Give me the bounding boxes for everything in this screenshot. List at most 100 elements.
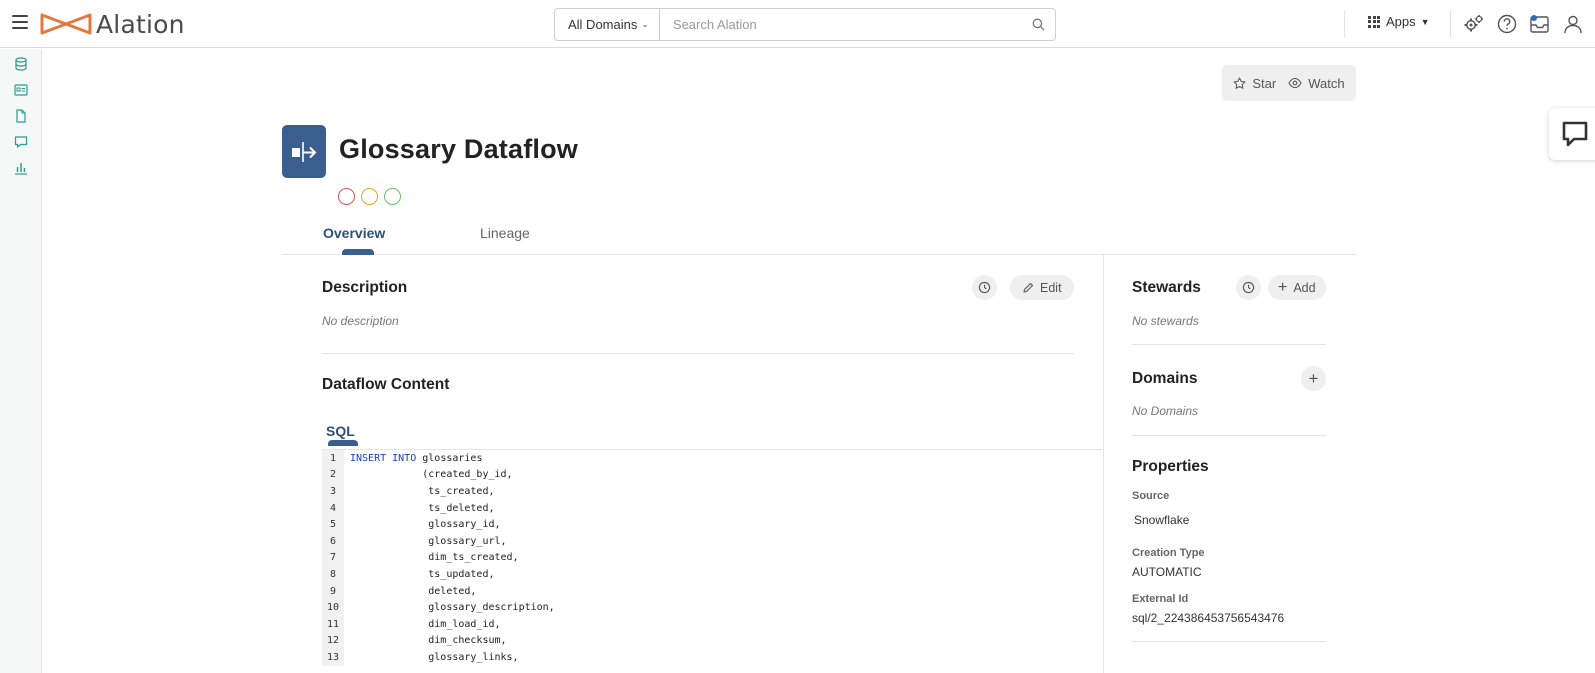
logo-text: Alation	[96, 9, 185, 39]
main-content: Description Edit No description Dataflow…	[282, 255, 1102, 673]
global-search: All Domains ⌄	[554, 8, 1056, 41]
clock-icon	[1242, 281, 1255, 294]
inbox-icon[interactable]	[1528, 12, 1552, 36]
sql-text: dim_load_id,	[350, 618, 501, 630]
dataflow-content-title: Dataflow Content	[322, 376, 450, 393]
code-line: 7 dim_ts_created,	[322, 549, 1102, 567]
sql-code-viewer[interactable]: 1 INSERT INTO glossaries 2 (created_by_id,…	[322, 449, 1102, 673]
line-number: 13	[322, 649, 344, 666]
star-watch-group: Star Watch	[1222, 65, 1356, 101]
description-title: Description	[322, 279, 408, 296]
code-line: 13 glossary_links,	[322, 649, 1102, 666]
clock-icon	[978, 281, 991, 294]
star-icon	[1233, 76, 1246, 89]
warning-flag-icon[interactable]	[361, 188, 378, 205]
hamburger-menu-icon[interactable]	[12, 15, 28, 29]
code-line: 9 deleted,	[322, 582, 1102, 600]
divider	[1450, 10, 1451, 38]
search-icon[interactable]	[1021, 18, 1055, 31]
alation-logo[interactable]: Alation	[40, 9, 185, 39]
sql-text: (created_by_id,	[350, 469, 513, 481]
edit-description-button[interactable]: Edit	[1010, 275, 1074, 300]
conversation-icon[interactable]	[0, 130, 42, 154]
endorsement-flag-icon[interactable]	[384, 188, 401, 205]
code-line: 2 (created_by_id,	[322, 466, 1102, 484]
search-input[interactable]	[659, 9, 1021, 40]
analytics-chart-icon[interactable]	[0, 156, 42, 180]
divider	[1132, 344, 1326, 345]
code-line: 3 ts_created,	[322, 483, 1102, 500]
line-content: glossary_url,	[344, 536, 506, 547]
add-label: Add	[1293, 280, 1316, 295]
star-button[interactable]: Star	[1233, 76, 1276, 91]
tab-overview[interactable]: Overview	[323, 225, 385, 241]
source-value[interactable]: Snowflake	[1134, 513, 1189, 527]
description-empty: No description	[322, 314, 399, 328]
plus-icon: +	[1278, 278, 1288, 296]
watch-button[interactable]: Watch	[1288, 75, 1345, 91]
watch-label: Watch	[1308, 75, 1345, 91]
sql-text: glossaries	[416, 452, 483, 464]
line-content: glossary_links,	[344, 651, 519, 663]
line-content: deleted,	[344, 586, 476, 597]
eye-icon	[1288, 77, 1302, 89]
divider	[1344, 10, 1345, 38]
add-steward-button[interactable]: + Add	[1268, 275, 1326, 300]
apps-menu-button[interactable]: Apps ▼	[1368, 14, 1430, 29]
deprecation-flag-icon[interactable]	[338, 188, 355, 205]
source-label: Source	[1132, 490, 1170, 502]
alation-logo-icon	[40, 13, 92, 35]
line-number: 11	[322, 615, 344, 633]
sql-text: glossary_links,	[350, 651, 519, 663]
description-history-button[interactable]	[972, 275, 997, 300]
user-profile-icon[interactable]	[1561, 12, 1585, 36]
tab-lineage[interactable]: Lineage	[480, 225, 530, 241]
line-number: 2	[322, 466, 344, 484]
divider	[322, 353, 1074, 354]
line-number: 8	[322, 566, 344, 583]
code-line: 10 glossary_description,	[322, 599, 1102, 616]
stewards-empty: No stewards	[1132, 314, 1199, 328]
line-content: dim_load_id,	[344, 618, 501, 630]
domain-select-label: All Domains	[568, 17, 638, 32]
domain-select[interactable]: All Domains ⌄	[555, 9, 660, 40]
apps-grid-icon	[1368, 15, 1380, 28]
line-content: dim_checksum,	[344, 635, 506, 646]
help-icon[interactable]	[1495, 12, 1519, 36]
stewards-title: Stewards	[1132, 279, 1201, 296]
line-number: 9	[322, 582, 344, 600]
code-line: 6 glossary_url,	[322, 532, 1102, 550]
sql-text: dim_ts_created,	[350, 552, 519, 564]
catalog-card-icon[interactable]	[0, 78, 42, 102]
active-tab-indicator	[328, 440, 358, 446]
stewards-history-button[interactable]	[1236, 275, 1261, 300]
line-content: ts_updated,	[344, 569, 494, 580]
code-line: 1 INSERT INTO glossaries	[322, 450, 1102, 467]
code-line: 4 ts_deleted,	[322, 499, 1102, 517]
line-number: 5	[322, 516, 344, 533]
code-line: 5 glossary_id,	[322, 516, 1102, 533]
line-content: glossary_id,	[344, 519, 501, 531]
sql-text: ts_deleted,	[350, 502, 495, 514]
top-bar: Alation All Domains ⌄ Apps ▼	[0, 0, 1595, 48]
sql-keyword: INSERT INTO	[350, 452, 417, 464]
sql-text: ts_created,	[350, 485, 495, 497]
tab-sql[interactable]: SQL	[326, 423, 355, 439]
pencil-icon	[1023, 282, 1034, 293]
creation-type-value: AUTOMATIC	[1132, 565, 1202, 579]
line-number: 7	[322, 549, 344, 567]
domains-title: Domains	[1132, 370, 1198, 387]
edit-label: Edit	[1040, 280, 1062, 295]
database-icon[interactable]	[0, 52, 42, 76]
code-line: 11 dim_load_id,	[322, 615, 1102, 633]
creation-type-label: Creation Type	[1132, 547, 1205, 559]
sql-text: glossary_id,	[350, 519, 501, 531]
external-id-value: sql/2_224386453756543476	[1132, 611, 1285, 625]
trust-flags	[338, 188, 401, 205]
line-number: 12	[322, 632, 344, 650]
settings-gears-icon[interactable]	[1462, 12, 1486, 36]
chat-widget-button[interactable]	[1549, 108, 1595, 160]
document-icon[interactable]	[0, 104, 42, 128]
add-domain-button[interactable]: +	[1301, 366, 1326, 391]
line-number: 1	[322, 450, 344, 467]
